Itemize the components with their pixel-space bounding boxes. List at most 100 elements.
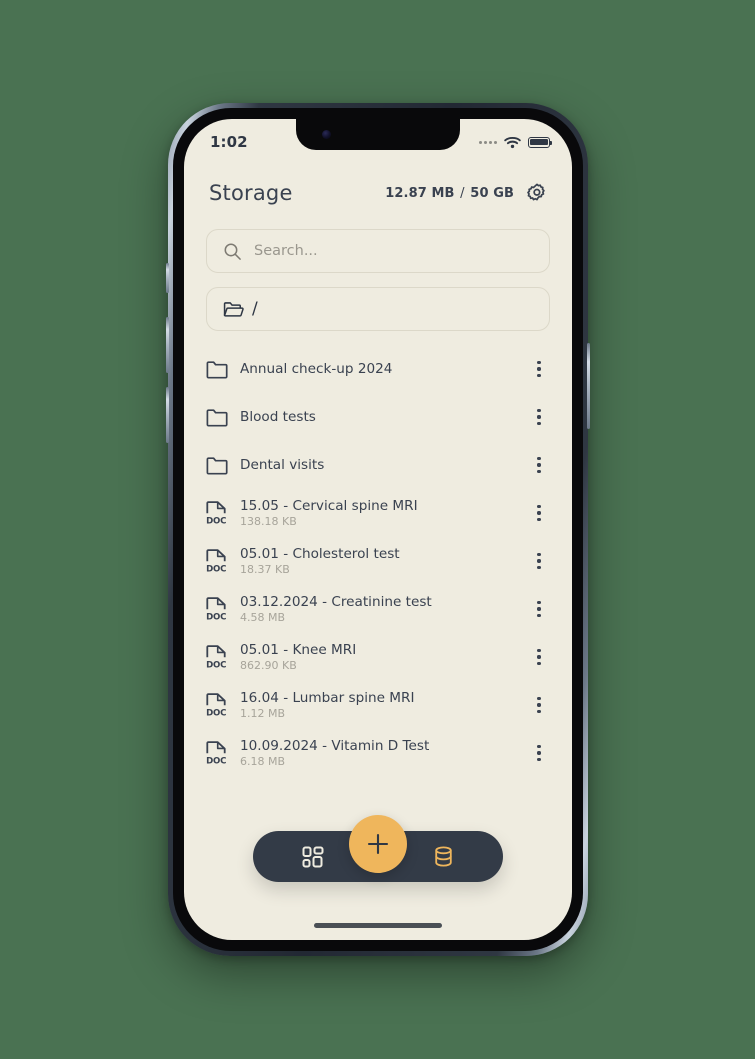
- item-name: 10.09.2024 - Vitamin D Test: [240, 738, 430, 754]
- item-text: Annual check-up 2024: [240, 361, 524, 377]
- power-button[interactable]: [587, 343, 590, 429]
- wifi-icon: [504, 136, 521, 148]
- svg-text:DOC: DOC: [206, 612, 226, 621]
- item-text: 10.09.2024 - Vitamin D Test 6.18 MB: [240, 738, 524, 768]
- folder-icon: [206, 408, 228, 427]
- item-text: 05.01 - Knee MRI 862.90 KB: [240, 642, 524, 672]
- item-text: 16.04 - Lumbar spine MRI 1.12 MB: [240, 690, 524, 720]
- item-size: 1.12 MB: [240, 707, 286, 720]
- item-icon: [206, 456, 240, 475]
- row-menu-button[interactable]: [524, 408, 554, 426]
- list-item[interactable]: DOC 05.01 - Knee MRI 862.90 KB: [184, 633, 572, 681]
- document-icon: DOC: [206, 644, 226, 670]
- item-icon: DOC: [206, 596, 240, 622]
- notch: [296, 119, 460, 150]
- item-size: 4.58 MB: [240, 611, 286, 624]
- phone-screen: 1:02 Storage 12.87 MB / 50 GB Search... …: [184, 119, 572, 940]
- add-button[interactable]: [349, 815, 407, 873]
- item-text: 05.01 - Cholesterol test 18.37 KB: [240, 546, 524, 576]
- volume-down-button[interactable]: [166, 387, 169, 443]
- svg-text:DOC: DOC: [206, 564, 226, 573]
- item-icon: DOC: [206, 500, 240, 526]
- document-icon: DOC: [206, 596, 226, 622]
- search-input[interactable]: Search...: [206, 229, 550, 273]
- folder-open-icon: [223, 301, 244, 317]
- battery-full-icon: [528, 136, 553, 148]
- item-text: 15.05 - Cervical spine MRI 138.18 KB: [240, 498, 524, 528]
- silent-switch-button[interactable]: [166, 263, 169, 293]
- item-icon: DOC: [206, 740, 240, 766]
- item-icon: [206, 408, 240, 427]
- list-item[interactable]: DOC 10.09.2024 - Vitamin D Test 6.18 MB: [184, 729, 572, 777]
- item-name: 15.05 - Cervical spine MRI: [240, 498, 418, 514]
- list-item[interactable]: DOC 03.12.2024 - Creatinine test 4.58 MB: [184, 585, 572, 633]
- list-item[interactable]: DOC 05.01 - Cholesterol test 18.37 KB: [184, 537, 572, 585]
- home-indicator[interactable]: [314, 923, 442, 928]
- plus-icon: [367, 833, 389, 855]
- svg-text:DOC: DOC: [206, 756, 226, 765]
- breadcrumb-path: /: [252, 298, 258, 319]
- document-icon: DOC: [206, 740, 226, 766]
- settings-button[interactable]: [524, 180, 550, 206]
- list-item[interactable]: Dental visits: [184, 441, 572, 489]
- app-header: Storage 12.87 MB / 50 GB: [184, 171, 572, 215]
- document-icon: DOC: [206, 692, 226, 718]
- item-size: 138.18 KB: [240, 515, 297, 528]
- grid-apps-icon: [302, 846, 324, 867]
- document-icon: DOC: [206, 500, 226, 526]
- item-name: 03.12.2024 - Creatinine test: [240, 594, 432, 610]
- file-list[interactable]: Annual check-up 2024 Blood tests Dental …: [184, 345, 572, 830]
- storage-used: 12.87 MB: [385, 185, 455, 201]
- item-size: 862.90 KB: [240, 659, 297, 672]
- signal-dots-icon: [479, 140, 497, 144]
- row-menu-button[interactable]: [524, 504, 554, 522]
- storage-total: 50 GB: [470, 185, 514, 201]
- volume-up-button[interactable]: [166, 317, 169, 373]
- phone-bezel: 1:02 Storage 12.87 MB / 50 GB Search... …: [173, 108, 583, 951]
- front-camera-icon: [322, 130, 331, 139]
- row-menu-button[interactable]: [524, 600, 554, 618]
- svg-text:DOC: DOC: [206, 516, 226, 525]
- status-time: 1:02: [210, 133, 248, 151]
- item-size: 18.37 KB: [240, 563, 290, 576]
- document-icon: DOC: [206, 548, 226, 574]
- row-menu-button[interactable]: [524, 552, 554, 570]
- item-name: 16.04 - Lumbar spine MRI: [240, 690, 415, 706]
- folder-icon: [206, 456, 228, 475]
- row-menu-button[interactable]: [524, 456, 554, 474]
- search-placeholder: Search...: [254, 243, 318, 259]
- row-menu-button[interactable]: [524, 648, 554, 666]
- status-indicators: [479, 136, 553, 149]
- item-text: Blood tests: [240, 409, 524, 425]
- row-menu-button[interactable]: [524, 696, 554, 714]
- svg-text:DOC: DOC: [206, 708, 226, 717]
- item-icon: DOC: [206, 644, 240, 670]
- item-icon: DOC: [206, 692, 240, 718]
- storage-separator: /: [460, 185, 465, 201]
- item-name: 05.01 - Knee MRI: [240, 642, 357, 658]
- list-item[interactable]: Annual check-up 2024: [184, 345, 572, 393]
- list-item[interactable]: Blood tests: [184, 393, 572, 441]
- svg-text:DOC: DOC: [206, 660, 226, 669]
- item-icon: [206, 360, 240, 379]
- item-icon: DOC: [206, 548, 240, 574]
- breadcrumb[interactable]: /: [206, 287, 550, 331]
- item-size: 6.18 MB: [240, 755, 286, 768]
- nav-storage-button[interactable]: [427, 841, 459, 873]
- item-text: Dental visits: [240, 457, 524, 473]
- list-item[interactable]: DOC 16.04 - Lumbar spine MRI 1.12 MB: [184, 681, 572, 729]
- item-name: Dental visits: [240, 457, 325, 473]
- gear-icon: [527, 183, 545, 201]
- storage-usage: 12.87 MB / 50 GB: [385, 186, 514, 201]
- item-name: Blood tests: [240, 409, 316, 425]
- row-menu-button[interactable]: [524, 360, 554, 378]
- nav-apps-button[interactable]: [297, 841, 329, 873]
- item-name: 05.01 - Cholesterol test: [240, 546, 400, 562]
- folder-icon: [206, 360, 228, 379]
- row-menu-button[interactable]: [524, 744, 554, 762]
- database-icon: [434, 846, 452, 867]
- phone-frame: 1:02 Storage 12.87 MB / 50 GB Search... …: [166, 103, 590, 956]
- item-name: Annual check-up 2024: [240, 361, 393, 377]
- list-item[interactable]: DOC 15.05 - Cervical spine MRI 138.18 KB: [184, 489, 572, 537]
- page-title: Storage: [209, 181, 293, 205]
